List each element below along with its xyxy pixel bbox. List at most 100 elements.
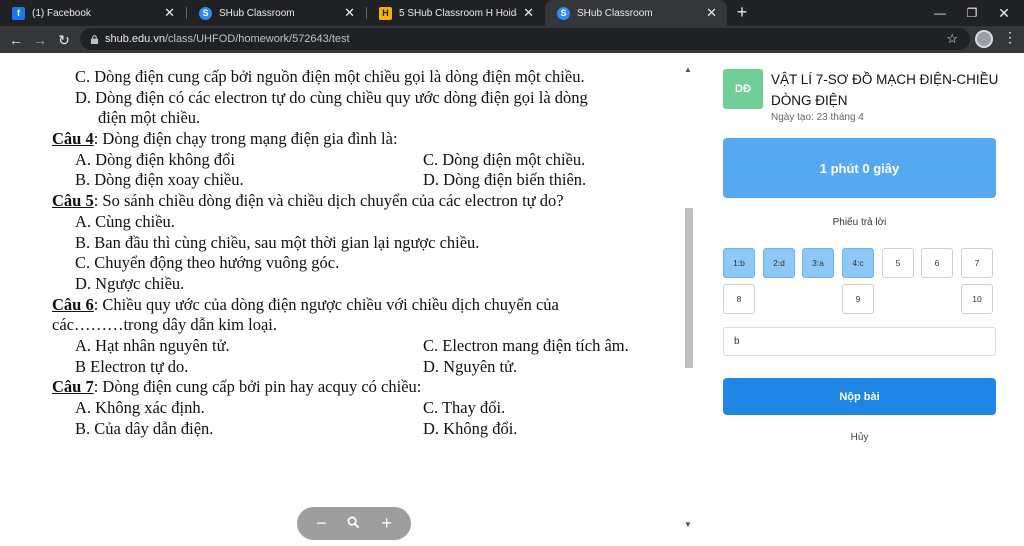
url-path: /class/UHFOD/homework/572643/test bbox=[164, 33, 350, 45]
document-text: B. Dòng điện xoay chiều. bbox=[75, 170, 244, 190]
question-number: Câu 7 bbox=[52, 377, 94, 397]
document-text-column2: D. Không đổi. bbox=[423, 418, 518, 438]
hoidap-icon: H bbox=[379, 6, 392, 20]
question-line: Câu 4: Dòng điện chạy trong mạng điện gi… bbox=[52, 129, 652, 150]
document-line: D. Dòng điện có các electron tự do cùng … bbox=[52, 88, 652, 109]
document-text: B Electron tự do. bbox=[75, 356, 189, 376]
address-bar[interactable]: shub.edu.vn/class/UHFOD/homework/572643/… bbox=[80, 28, 970, 50]
answer-slot[interactable]: 3:a bbox=[802, 248, 834, 278]
document-line: B. Ban đầu thì cùng chiều, sau một thời … bbox=[52, 233, 652, 254]
tab-title: SHub Classroom bbox=[577, 7, 653, 19]
close-icon[interactable]: ✕ bbox=[344, 5, 355, 21]
shub-icon: S bbox=[199, 6, 212, 20]
back-icon[interactable]: ← bbox=[6, 30, 26, 50]
tab-strip: f (1) Facebook ✕ S SHub Classroom ✕ H 5 … bbox=[0, 0, 1024, 26]
answer-slot[interactable]: 8 bbox=[723, 284, 755, 314]
scroll-up-icon[interactable]: ▲ bbox=[684, 65, 692, 74]
menu-kebab-icon[interactable]: ⋮ bbox=[1003, 29, 1017, 46]
class-badge: DĐ bbox=[723, 69, 763, 109]
close-icon[interactable]: ✕ bbox=[164, 5, 175, 21]
zoom-out-icon[interactable]: − bbox=[309, 513, 333, 534]
question-number: Câu 4 bbox=[52, 129, 94, 149]
question-line: Câu 5: So sánh chiều dòng điện và chiều … bbox=[52, 191, 652, 212]
answer-slot[interactable]: 6 bbox=[921, 248, 953, 278]
tab-hoidap[interactable]: H 5 SHub Classroom H Hoidap247 ✕ bbox=[367, 0, 544, 26]
url-host: shub.edu.vn bbox=[105, 33, 165, 45]
document-line: A. Hạt nhân nguyên tử. C. Electron mang đ… bbox=[52, 336, 652, 357]
document-text: C. Dòng điện cung cấp bởi nguồn điện một… bbox=[75, 67, 585, 86]
answer-slot[interactable]: 4:c bbox=[842, 248, 874, 278]
reload-icon[interactable]: ↻ bbox=[54, 30, 74, 50]
minimize-icon[interactable]: — bbox=[924, 0, 956, 26]
document-text: D. Ngược chiều. bbox=[75, 273, 185, 293]
tab-facebook[interactable]: f (1) Facebook ✕ bbox=[0, 0, 185, 26]
profile-avatar[interactable] bbox=[975, 30, 993, 48]
close-icon[interactable]: ✕ bbox=[523, 5, 534, 21]
homework-panel: DĐ VẬT LÍ 7-SƠ ĐỒ MẠCH ĐIỆN-CHIỀU DÒNG Đ… bbox=[697, 53, 1024, 546]
document-text: điện một chiều. bbox=[98, 108, 201, 128]
answer-slot[interactable]: 1:b bbox=[723, 248, 755, 278]
document-line: C. Dòng điện cung cấp bởi nguồn điện một… bbox=[52, 67, 652, 88]
document-text: D. Dòng điện có các electron tự do cùng … bbox=[75, 87, 588, 107]
document-line: C. Chuyển động theo hướng vuông góc. bbox=[52, 253, 652, 274]
zoom-magnifier-icon[interactable] bbox=[342, 513, 366, 534]
forward-icon[interactable]: → bbox=[30, 30, 50, 50]
document-viewer: C. Dòng điện cung cấp bởi nguồn điện một… bbox=[0, 53, 697, 546]
document-line: B. Dòng điện xoay chiều. D. Dòng điện biế… bbox=[52, 170, 652, 191]
zoom-in-icon[interactable]: + bbox=[375, 513, 399, 534]
answer-slot[interactable]: 2:d bbox=[763, 248, 795, 278]
scrollbar-thumb[interactable] bbox=[685, 208, 693, 368]
document-line: điện một chiều. bbox=[52, 108, 652, 129]
lock-icon bbox=[90, 34, 99, 44]
question-number: Câu 5 bbox=[52, 191, 94, 211]
document-text-column2: D. Dòng điện biến thiên. bbox=[423, 170, 587, 190]
document-text: B. Của dây dẫn điện. bbox=[75, 418, 214, 438]
question-line: Câu 6: Chiều quy ước của dòng điện ngược… bbox=[52, 295, 652, 316]
created-date: Ngày tạo: 23 tháng 4 bbox=[771, 112, 864, 123]
shub-icon: S bbox=[557, 6, 570, 20]
document-line: A. Cùng chiều. bbox=[52, 212, 652, 233]
document-text: B. Ban đầu thì cùng chiều, sau một thời … bbox=[75, 232, 480, 252]
tab-shub-active[interactable]: S SHub Classroom ✕ bbox=[545, 0, 727, 26]
answer-slot[interactable]: 10 bbox=[961, 284, 993, 314]
document-text: A. Cùng chiều. bbox=[75, 211, 175, 231]
document-text-column2: C. Electron mang điện tích âm. bbox=[423, 335, 629, 355]
document-scrollbar[interactable]: ▲ ▼ bbox=[683, 65, 695, 540]
document-line: A. Không xác định. C. Thay đổi. bbox=[52, 398, 652, 419]
answer-slot[interactable]: 7 bbox=[961, 248, 993, 278]
document-text: : Dòng điện chạy trong mạng điện gia đìn… bbox=[93, 129, 398, 149]
document-line: các………trong dây dẫn kim loại. bbox=[52, 315, 652, 336]
document-text: : Chiều quy ước của dòng điện ngược chiề… bbox=[93, 294, 559, 314]
browser-toolbar: ← → ↻ shub.edu.vn/class/UHFOD/homework/5… bbox=[0, 26, 1024, 53]
restore-icon[interactable]: ❐ bbox=[956, 0, 988, 26]
document-text: C. Chuyển động theo hướng vuông góc. bbox=[75, 253, 340, 273]
url-text: shub.edu.vn/class/UHFOD/homework/572643/… bbox=[105, 33, 350, 45]
answer-input[interactable]: b bbox=[723, 327, 996, 356]
answer-slot[interactable]: 5 bbox=[882, 248, 914, 278]
document-text: : So sánh chiều dòng điện và chiều dịch … bbox=[93, 191, 564, 211]
bookmark-star-icon[interactable]: ☆ bbox=[946, 31, 958, 47]
homework-title: VẬT LÍ 7-SƠ ĐỒ MẠCH ĐIỆN-CHIỀU DÒNG ĐIỆN bbox=[771, 72, 999, 108]
cancel-link[interactable]: Hủy bbox=[723, 432, 996, 443]
document-text-column2: C. Dòng điện một chiều. bbox=[423, 149, 586, 169]
window-close-icon[interactable]: ✕ bbox=[988, 0, 1020, 26]
document-text: A. Dòng điện không đổi bbox=[75, 149, 235, 169]
tab-shub-1[interactable]: S SHub Classroom ✕ bbox=[187, 0, 365, 26]
document-text: A. Hạt nhân nguyên tử. bbox=[75, 335, 230, 355]
close-icon[interactable]: ✕ bbox=[706, 5, 717, 21]
timer-display: 1 phút 0 giây bbox=[723, 138, 996, 198]
tab-title: (1) Facebook bbox=[32, 7, 91, 19]
facebook-icon: f bbox=[12, 6, 25, 20]
document-text-column2: C. Thay đổi. bbox=[423, 398, 506, 417]
document-line: D. Ngược chiều. bbox=[52, 274, 652, 295]
new-tab-button[interactable]: + bbox=[732, 2, 752, 23]
document-page: C. Dòng điện cung cấp bởi nguồn điện một… bbox=[52, 67, 652, 439]
document-line: A. Dòng điện không đổi C. Dòng điện một c… bbox=[52, 150, 652, 171]
document-text: các………trong dây dẫn kim loại. bbox=[52, 315, 277, 335]
document-line: B. Của dây dẫn điện. D. Không đổi. bbox=[52, 419, 652, 440]
question-number: Câu 6 bbox=[52, 294, 94, 314]
document-text: : Dòng điện cung cấp bởi pin hay acquy c… bbox=[93, 377, 422, 397]
answer-slot[interactable]: 9 bbox=[842, 284, 874, 314]
scroll-down-icon[interactable]: ▼ bbox=[684, 520, 692, 529]
submit-button[interactable]: Nộp bài bbox=[723, 378, 996, 415]
